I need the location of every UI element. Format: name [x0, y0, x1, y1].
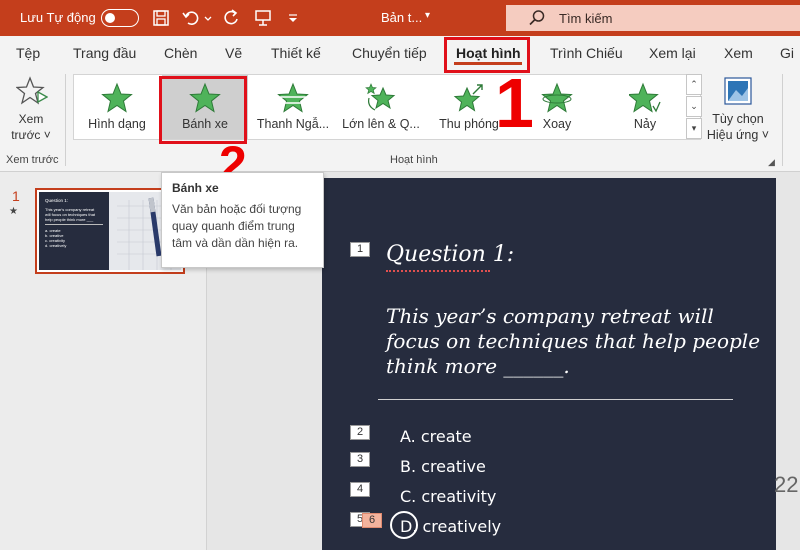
animation-label: Nảy: [633, 117, 657, 131]
thumbnail-title: Question 1:: [45, 198, 69, 203]
tab-insert[interactable]: Chèn: [164, 45, 197, 61]
annotation-box-wheel: [159, 76, 247, 144]
effect-options-line2: Hiệu ứng ˅: [706, 128, 770, 142]
animation-tag[interactable]: 3: [350, 452, 370, 467]
animation-tag[interactable]: 2: [350, 425, 370, 440]
animation-tooltip: Bánh xe Văn bản hoặc đối tượng quay quan…: [161, 172, 324, 268]
adjacent-slide-number: 22: [774, 472, 799, 497]
present-icon[interactable]: [253, 8, 273, 28]
thumbnail-line: help people think more ___: [45, 217, 94, 222]
tab-design[interactable]: Thiết kế: [271, 45, 321, 61]
preview-label-line1: Xem: [18, 112, 44, 126]
preview-star-icon: [16, 76, 48, 105]
effect-options-icon: [724, 77, 752, 105]
answer-d[interactable]: D. creatively: [400, 517, 501, 536]
thumbnail-rule: [45, 224, 103, 225]
question-title[interactable]: Question 1:: [386, 242, 514, 267]
search-placeholder: Tìm kiếm: [559, 11, 613, 26]
gallery-up-icon[interactable]: ⌃: [686, 74, 702, 95]
animation-bounce[interactable]: Nảy: [602, 75, 688, 139]
spellcheck-underline: [386, 270, 490, 272]
gallery-more-icon[interactable]: ▾: [686, 118, 702, 139]
search-box[interactable]: Tìm kiếm: [506, 5, 800, 31]
document-title[interactable]: Bản t...: [381, 10, 422, 25]
bars-star-icon: [277, 82, 309, 113]
thumbnail-answer: d. creatively: [45, 243, 67, 248]
animation-group-label: Hoạt hình: [390, 154, 438, 166]
tab-slideshow[interactable]: Trình Chiếu: [550, 45, 623, 61]
ribbon-tabs: Tệp Trang đầu Chèn Vẽ Thiết kế Chuyển ti…: [0, 36, 800, 70]
annotation-number-1: 1: [495, 64, 534, 142]
slide[interactable]: 1 Question 1: This year’s company retrea…: [322, 178, 776, 550]
tab-view[interactable]: Xem: [724, 45, 753, 61]
animation-grow-turn[interactable]: Lớn lên & Q...: [338, 75, 424, 139]
tab-review[interactable]: Xem lại: [649, 45, 696, 61]
star-icon: [101, 82, 133, 113]
tooltip-title: Bánh xe: [172, 181, 219, 195]
grow-turn-star-icon: [365, 83, 396, 111]
tab-file[interactable]: Tệp: [16, 45, 40, 61]
animation-label: Hình dạng: [88, 117, 146, 131]
answer-c[interactable]: C. creativity: [400, 487, 496, 506]
animation-shape[interactable]: Hình dạng: [74, 75, 160, 139]
dialog-launcher-icon[interactable]: ◢: [768, 157, 775, 168]
search-icon: [529, 10, 545, 26]
animation-tag[interactable]: 1: [350, 242, 370, 257]
bounce-star-icon: [629, 82, 661, 113]
preview-label-line2: trước ˅: [11, 128, 51, 142]
animation-tag[interactable]: 4: [350, 482, 370, 497]
question-text[interactable]: This year’s company retreat will focus o…: [386, 304, 766, 379]
ribbon-animations: Xem trước ˅ Xem trước Hình dạng Bánh xe …: [0, 70, 800, 172]
tab-transitions[interactable]: Chuyển tiếp: [352, 45, 427, 61]
tab-draw[interactable]: Vẽ: [225, 45, 242, 61]
thumbnail-content: Question 1: This year's company retreat …: [39, 192, 181, 270]
question-divider: [378, 399, 733, 400]
customize-toolbar-icon[interactable]: [287, 8, 299, 28]
effect-options-line1: Tùy chọn: [712, 112, 764, 126]
group-divider: [65, 74, 66, 166]
tab-help[interactable]: Gi: [780, 45, 794, 61]
undo-icon[interactable]: [181, 8, 201, 28]
gallery-down-icon[interactable]: ⌄: [686, 96, 702, 117]
swivel-star-icon: [541, 82, 573, 113]
title-bar: Lưu Tự động Bản t... ▾ Tìm kiếm: [0, 0, 800, 36]
slide-number: 1: [12, 188, 20, 204]
autosave-toggle[interactable]: [101, 9, 139, 27]
zoom-star-icon: [453, 84, 483, 112]
preview-group-label: Xem trước: [6, 154, 59, 166]
autosave-label: Lưu Tự động: [20, 10, 96, 25]
animation-indicator-icon: ★: [9, 206, 18, 217]
preview-button[interactable]: Xem trước ˅: [0, 70, 62, 154]
toggle-knob: [105, 12, 115, 23]
save-icon[interactable]: [151, 8, 171, 28]
answer-b[interactable]: B. creative: [400, 457, 486, 476]
animation-label: Lớn lên & Q...: [342, 117, 420, 131]
group-divider: [782, 74, 783, 166]
redo-icon[interactable]: [221, 8, 241, 28]
gallery-scroll: ⌃ ⌄ ▾: [686, 74, 702, 140]
animation-random-bars[interactable]: Thanh Ngẫ...: [250, 75, 336, 139]
effect-options-button[interactable]: Tùy chọn Hiệu ứng ˅: [702, 70, 774, 154]
answer-a[interactable]: A. create: [400, 427, 472, 446]
tab-home[interactable]: Trang đầu: [73, 45, 136, 61]
tooltip-body: Văn bản hoặc đối tượng quay quanh điểm t…: [172, 202, 302, 250]
animation-tag-selected[interactable]: 6: [362, 513, 382, 528]
title-dropdown-icon[interactable]: ▾: [425, 10, 430, 21]
undo-dropdown-icon[interactable]: [203, 8, 213, 28]
animation-label: Thanh Ngẫ...: [256, 117, 330, 131]
